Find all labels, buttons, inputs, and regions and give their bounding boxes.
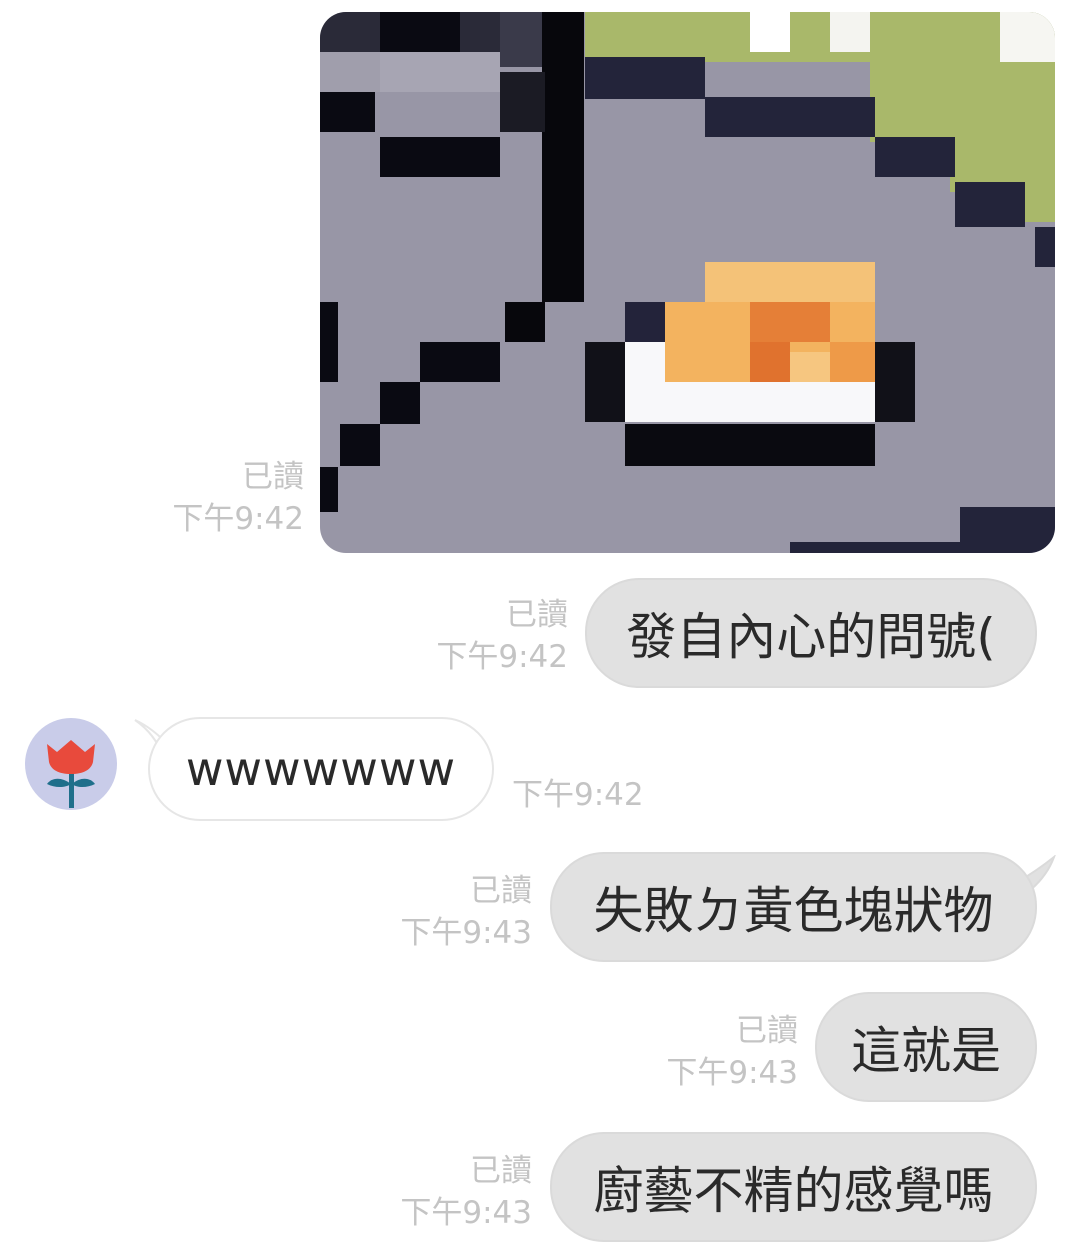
read-receipt: 已讀 [242, 459, 304, 495]
message-time: 下午9:42 [512, 777, 644, 813]
outgoing-message-bubble[interactable]: 發自內心的問號( [585, 578, 1037, 688]
read-receipt: 已讀 [470, 1153, 532, 1189]
message-text: 發自內心的問號( [626, 608, 996, 666]
message-time: 下午9:42 [172, 501, 304, 537]
shared-image[interactable] [320, 12, 1055, 553]
outgoing-message-bubble[interactable]: 這就是 [815, 992, 1037, 1102]
incoming-message-bubble[interactable]: wwwwwww [148, 717, 494, 821]
read-receipt: 已讀 [736, 1013, 798, 1049]
tulip-icon [47, 740, 95, 808]
message-time: 下午9:43 [666, 1055, 798, 1091]
message-text: 失敗ㄉ黃色塊狀物 [593, 882, 994, 940]
read-receipt: 已讀 [506, 597, 568, 633]
message-text: 這就是 [851, 1022, 1001, 1080]
pixel-art-image [320, 12, 1055, 553]
message-text: wwwwwww [185, 742, 457, 796]
message-time: 下午9:43 [400, 1195, 532, 1231]
avatar[interactable] [25, 718, 117, 810]
outgoing-message-bubble[interactable]: 失敗ㄉ黃色塊狀物 [550, 852, 1037, 962]
message-meta: 已讀 下午9:43 [374, 1150, 532, 1234]
message-time: 下午9:42 [436, 639, 568, 675]
message-meta: 已讀 下午9:43 [640, 1010, 798, 1094]
message-text: 廚藝不精的感覺嗎 [593, 1162, 994, 1220]
message-meta: 已讀 下午9:43 [374, 870, 532, 954]
message-meta: 已讀 下午9:42 [410, 594, 568, 678]
message-meta: 已讀 下午9:42 [150, 456, 304, 540]
message-time: 下午9:43 [400, 915, 532, 951]
outgoing-message-bubble[interactable]: 廚藝不精的感覺嗎 [550, 1132, 1037, 1242]
read-receipt: 已讀 [470, 873, 532, 909]
